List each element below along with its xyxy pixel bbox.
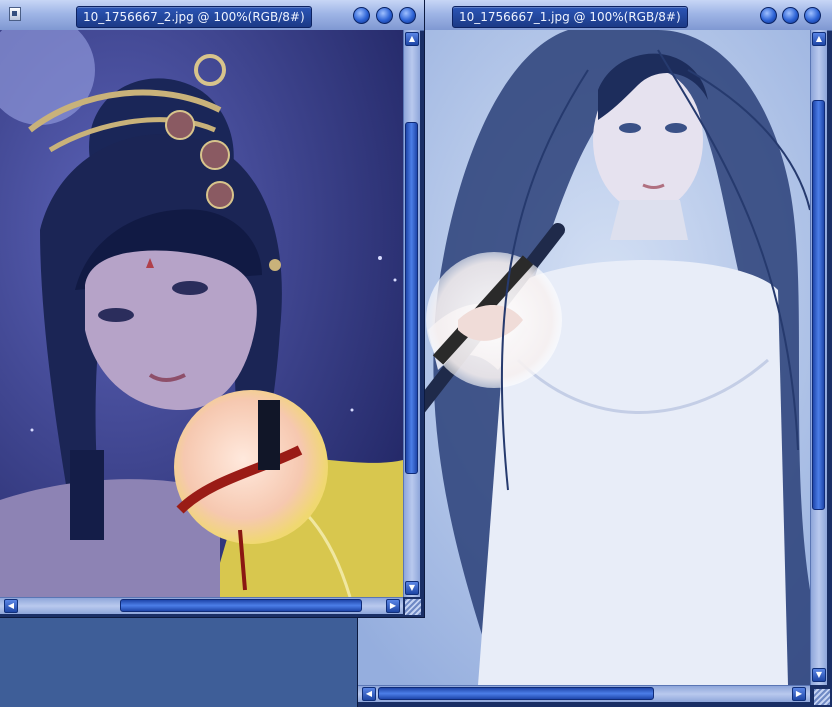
scroll-right-arrow-icon[interactable]: ▶ [386, 599, 400, 613]
title-bar[interactable]: 10_1756667_2.jpg @ 100%(RGB/8#) [0, 0, 424, 31]
image-canvas[interactable] [358, 30, 810, 685]
portrait-illustration [0, 30, 403, 597]
horizontal-scrollbar[interactable]: ◀ ▶ [0, 597, 403, 614]
close-button[interactable] [399, 7, 416, 24]
scroll-right-arrow-icon[interactable]: ▶ [792, 687, 806, 701]
title-bar[interactable]: 10_1756667_1.jpg @ 100%(RGB/8#) [358, 0, 832, 31]
portrait-illustration [358, 30, 810, 685]
document-window-1[interactable]: 10_1756667_2.jpg @ 100%(RGB/8#) ▲ ▼ ◀ ▶ [0, 0, 424, 617]
maximize-button[interactable] [376, 7, 393, 24]
document-window-2[interactable]: 10_1756667_1.jpg @ 100%(RGB/8#) ▲ ▼ ◀ ▶ [358, 0, 832, 707]
vertical-scrollbar[interactable]: ▲ ▼ [403, 30, 420, 597]
close-button[interactable] [804, 7, 821, 24]
horizontal-scroll-thumb[interactable] [378, 687, 654, 700]
minimize-button[interactable] [353, 7, 370, 24]
window-title: 10_1756667_1.jpg @ 100%(RGB/8#) [452, 6, 688, 28]
resize-grip-icon[interactable] [405, 599, 421, 615]
scroll-down-arrow-icon[interactable]: ▼ [812, 668, 826, 682]
scroll-left-arrow-icon[interactable]: ◀ [362, 687, 376, 701]
scroll-up-arrow-icon[interactable]: ▲ [812, 32, 826, 46]
horizontal-scroll-thumb[interactable] [120, 599, 362, 612]
scroll-down-arrow-icon[interactable]: ▼ [405, 581, 419, 595]
scroll-up-arrow-icon[interactable]: ▲ [405, 32, 419, 46]
vertical-scroll-thumb[interactable] [405, 122, 418, 474]
scroll-left-arrow-icon[interactable]: ◀ [4, 599, 18, 613]
vertical-scrollbar[interactable]: ▲ ▼ [810, 30, 827, 685]
maximize-button[interactable] [782, 7, 799, 24]
resize-grip-icon[interactable] [814, 689, 830, 705]
document-icon [9, 7, 21, 21]
vertical-scroll-thumb[interactable] [812, 100, 825, 510]
image-canvas[interactable] [0, 30, 403, 597]
minimize-button[interactable] [760, 7, 777, 24]
window-title: 10_1756667_2.jpg @ 100%(RGB/8#) [76, 6, 312, 28]
horizontal-scrollbar[interactable]: ◀ ▶ [358, 685, 810, 702]
